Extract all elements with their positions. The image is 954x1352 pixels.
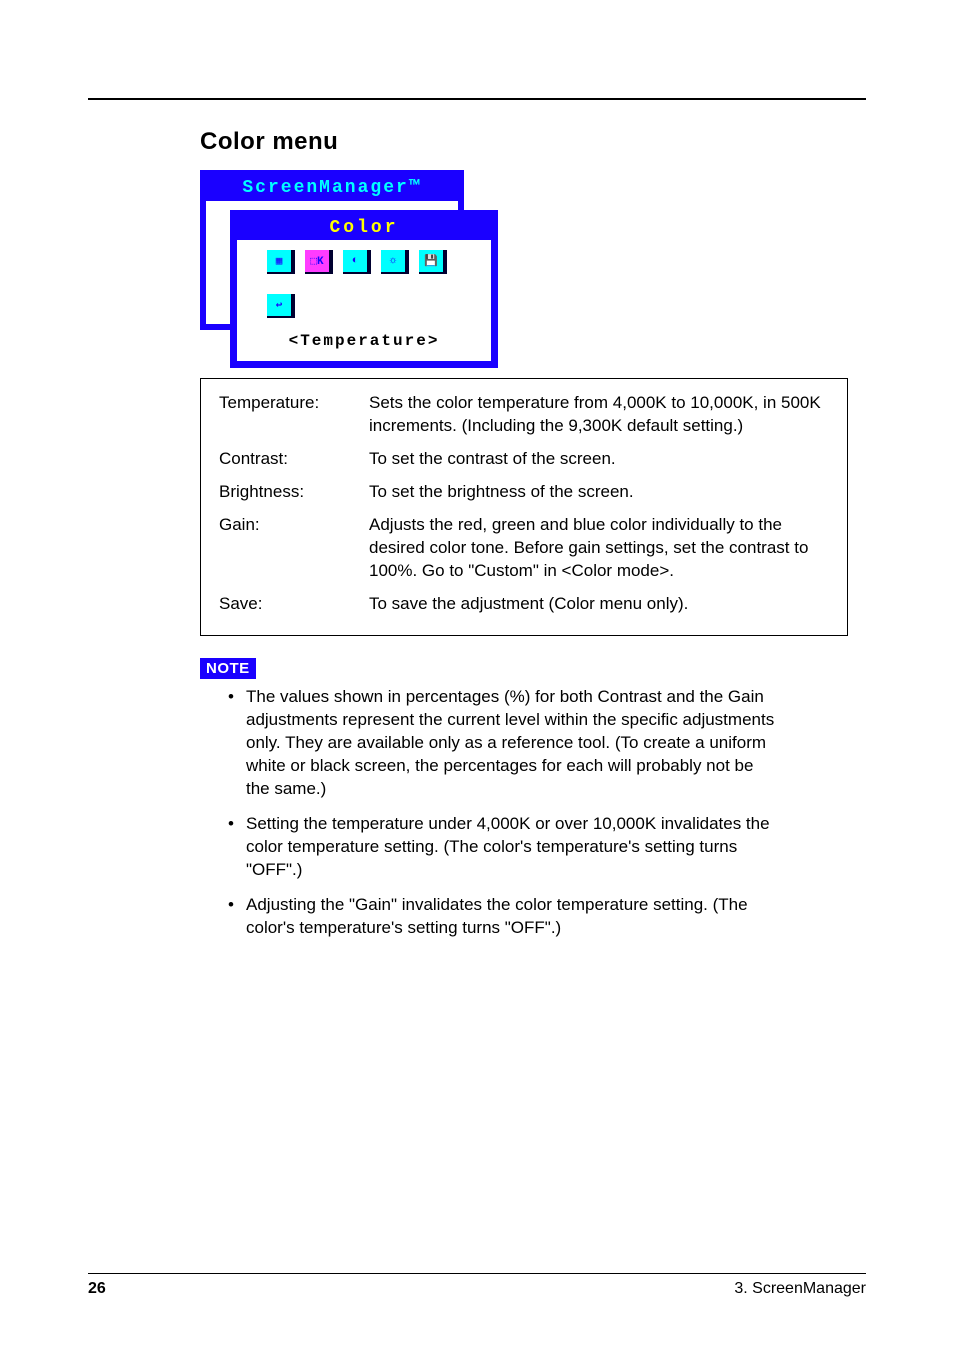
osd-menu: ScreenManager™ Color ▦ ⬚K ◐ ☼ 💾 ↩ Temperature [200, 170, 500, 370]
definition-desc: To set the contrast of the screen. [369, 447, 829, 470]
definition-row: GainAdjusts the red, green and blue colo… [219, 513, 829, 582]
definition-term: Gain [219, 513, 369, 582]
note-item: Adjusting the "Gain" invalidates the col… [228, 893, 778, 939]
definition-row: ContrastTo set the contrast of the scree… [219, 447, 829, 470]
osd-front-window: Color ▦ ⬚K ◐ ☼ 💾 ↩ Temperature [230, 210, 498, 368]
note-badge: NOTE [200, 658, 256, 679]
osd-front-title: Color [237, 217, 491, 240]
definition-desc: Sets the color temperature from 4,000K t… [369, 391, 829, 437]
osd-back-title: ScreenManager™ [206, 176, 458, 205]
save-icon[interactable]: 💾 [419, 250, 447, 274]
header-rule [88, 98, 866, 100]
definition-term: Contrast [219, 447, 369, 470]
note-item: Setting the temperature under 4,000K or … [228, 812, 778, 881]
footer-rule [88, 1273, 866, 1274]
footer: 26 3. ScreenManager [88, 1273, 866, 1298]
definition-term: Temperature [219, 391, 369, 437]
osd-icon-row: ▦ ⬚K ◐ ☼ 💾 ↩ [237, 240, 491, 322]
note-list: The values shown in percentages (%) for … [228, 685, 778, 939]
color-mode-icon[interactable]: ▦ [267, 250, 295, 274]
definitions-box: TemperatureSets the color temperature fr… [200, 378, 848, 636]
osd-selected-label: Temperature [237, 332, 491, 350]
brightness-icon[interactable]: ☼ [381, 250, 409, 274]
definition-term: Save [219, 592, 369, 615]
contrast-icon[interactable]: ◐ [343, 250, 371, 274]
page-number: 26 [88, 1280, 106, 1298]
temperature-icon[interactable]: ⬚K [305, 250, 333, 274]
footer-chapter: 3. ScreenManager [734, 1280, 866, 1298]
definition-row: TemperatureSets the color temperature fr… [219, 391, 829, 437]
definition-desc: To save the adjustment (Color menu only)… [369, 592, 829, 615]
definition-term: Brightness [219, 480, 369, 503]
note-item: The values shown in percentages (%) for … [228, 685, 778, 800]
definition-desc: To set the brightness of the screen. [369, 480, 829, 503]
definition-desc: Adjusts the red, green and blue color in… [369, 513, 829, 582]
definition-row: SaveTo save the adjustment (Color menu o… [219, 592, 829, 615]
definition-row: BrightnessTo set the brightness of the s… [219, 480, 829, 503]
return-icon[interactable]: ↩ [267, 294, 295, 318]
section-title: Color menu [200, 128, 866, 156]
